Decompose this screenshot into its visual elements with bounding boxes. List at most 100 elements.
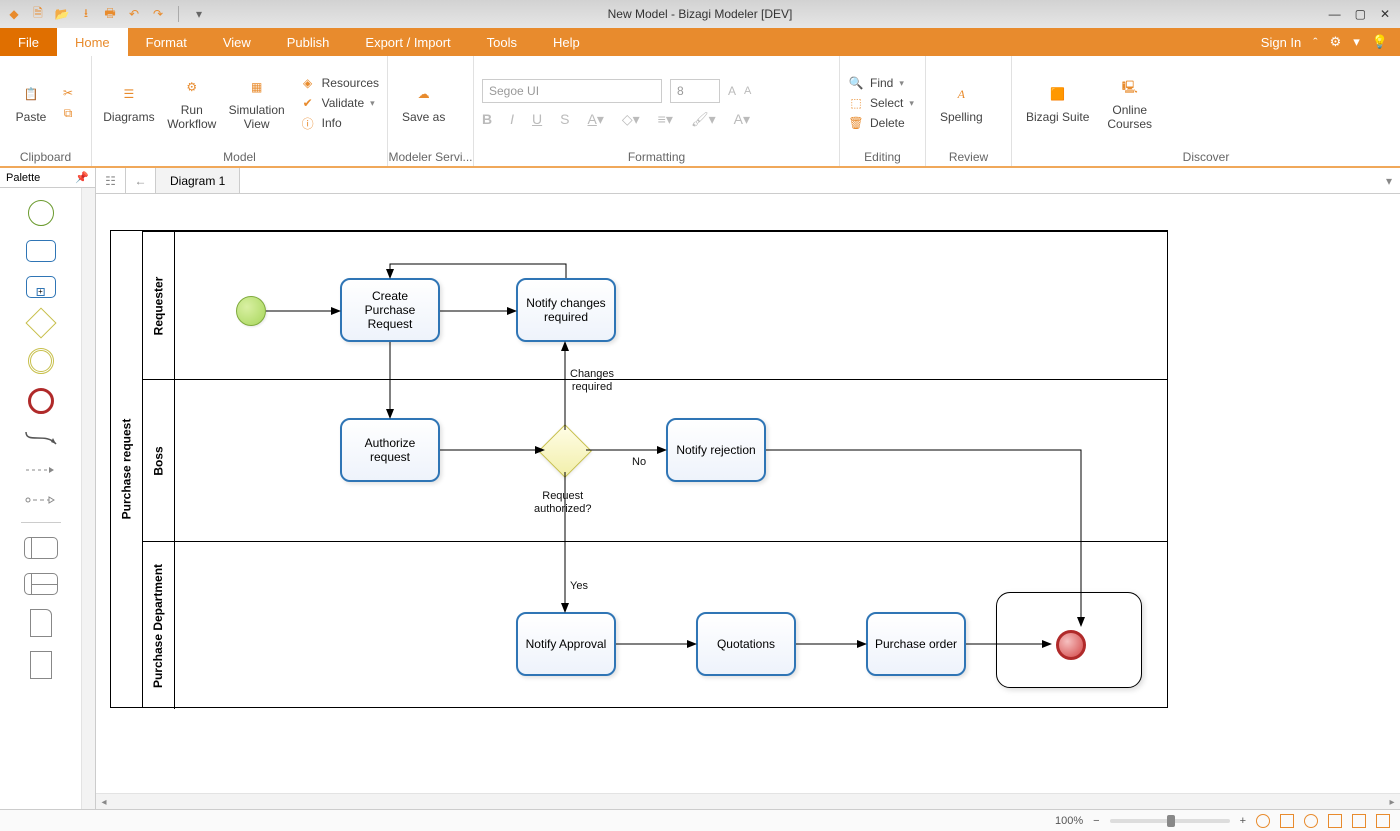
align-icon[interactable]: ≡▾ — [658, 111, 673, 128]
menu-export[interactable]: Export / Import — [347, 28, 468, 56]
hint-icon[interactable]: 💡 — [1372, 34, 1388, 50]
task-quotations[interactable]: Quotations — [696, 612, 796, 676]
diagrams-button[interactable]: ☰ Diagrams — [100, 79, 158, 127]
view-grid-icon[interactable] — [1328, 814, 1342, 828]
task-create-purchase-request[interactable]: Create Purchase Request — [340, 278, 440, 342]
italic-icon[interactable]: I — [510, 111, 514, 128]
resources-button[interactable]: ◈Resources — [300, 75, 379, 91]
copy-icon[interactable]: ⧉ — [60, 105, 76, 121]
minimize-icon[interactable]: ― — [1329, 7, 1341, 21]
info-button[interactable]: ⓘInfo — [300, 115, 379, 131]
palette-data-object[interactable] — [30, 651, 52, 679]
task-notify-approval[interactable]: Notify Approval — [516, 612, 616, 676]
bizagi-suite-button[interactable]: 🟧 Bizagi Suite — [1020, 79, 1095, 127]
font-select[interactable] — [482, 79, 662, 103]
end-event[interactable] — [1056, 630, 1086, 660]
cut-icon[interactable]: ✂ — [60, 85, 76, 101]
view-grid2-icon[interactable] — [1352, 814, 1366, 828]
sign-in-link[interactable]: Sign In — [1261, 35, 1301, 50]
zoom-selection-icon[interactable] — [1304, 814, 1318, 828]
fill-color-icon[interactable]: ◇▾ — [622, 111, 640, 128]
palette-gateway[interactable] — [25, 307, 56, 338]
palette-sequence-flow[interactable] — [24, 428, 58, 448]
font-color-icon[interactable]: A▾ — [587, 111, 603, 128]
print-icon[interactable]: 🖶 — [102, 6, 118, 22]
palette-milestone[interactable] — [30, 609, 52, 637]
underline-icon[interactable]: U — [532, 111, 542, 128]
close-icon[interactable]: ✕ — [1380, 7, 1390, 21]
new-icon[interactable]: 🗎 — [30, 6, 46, 22]
palette-pin-icon[interactable]: 📌 — [75, 171, 89, 184]
view-fullscreen-icon[interactable] — [1376, 814, 1390, 828]
undo-icon[interactable]: ↶ — [126, 6, 142, 22]
lane-boss[interactable]: Boss — [143, 379, 1167, 541]
strike-icon[interactable]: S — [560, 111, 569, 128]
delete-button[interactable]: 🗑Delete — [848, 115, 914, 131]
settings-icon[interactable]: ⚙ — [1330, 34, 1342, 50]
bold-icon[interactable]: B — [482, 111, 492, 128]
palette-intermediate-event[interactable] — [28, 348, 54, 374]
zoom-slider[interactable] — [1110, 819, 1230, 823]
open-icon[interactable]: 📂 — [54, 6, 70, 22]
save-as-button[interactable]: ☁ Save as — [396, 79, 451, 127]
pool-label: Purchase request — [120, 419, 134, 520]
palette-scrollbar[interactable] — [81, 188, 95, 809]
palette-association[interactable] — [24, 462, 58, 478]
start-event[interactable] — [236, 296, 266, 326]
palette-lane[interactable] — [24, 573, 58, 595]
lane-purchase-dept-label: Purchase Department — [152, 563, 166, 687]
task-authorize-request[interactable]: Authorize request — [340, 418, 440, 482]
lane-requester[interactable]: Requester — [143, 231, 1167, 379]
diagram-tab[interactable]: Diagram 1 — [156, 168, 240, 193]
find-button[interactable]: 🔍Find — [848, 75, 914, 91]
maximize-icon[interactable]: ▢ — [1355, 7, 1366, 21]
spelling-button[interactable]: A Spelling — [934, 79, 989, 127]
menu-view[interactable]: View — [205, 28, 269, 56]
window-title: New Model - Bizagi Modeler [DEV] — [608, 7, 793, 21]
menu-help[interactable]: Help — [535, 28, 598, 56]
task-notify-rejection[interactable]: Notify rejection — [666, 418, 766, 482]
menu-home[interactable]: Home — [57, 28, 128, 56]
palette-pool[interactable] — [24, 537, 58, 559]
palette-subprocess[interactable]: + — [26, 276, 56, 298]
settings-dropdown-icon[interactable]: ▾ — [1353, 34, 1360, 50]
canvas-hscroll[interactable]: ◂ ▸ — [96, 793, 1400, 809]
menu-tools[interactable]: Tools — [469, 28, 535, 56]
redo-icon[interactable]: ↷ — [150, 6, 166, 22]
run-workflow-button[interactable]: ⚙ Run Workflow — [164, 72, 220, 134]
paste-button[interactable]: 📋 Paste — [8, 79, 54, 127]
scroll-left-icon[interactable]: ◂ — [96, 794, 112, 810]
zoom-page-icon[interactable] — [1280, 814, 1294, 828]
online-courses-button[interactable]: 🖳 Online Courses — [1101, 72, 1158, 134]
select-button[interactable]: ⬚Select — [848, 95, 914, 111]
validate-button[interactable]: ✔Validate — [300, 95, 379, 111]
zoom-fit-icon[interactable] — [1256, 814, 1270, 828]
collapse-ribbon-icon[interactable]: ˆ — [1313, 35, 1317, 50]
font-size-select[interactable] — [670, 79, 720, 103]
palette-start-event[interactable] — [28, 200, 54, 226]
menu-format[interactable]: Format — [128, 28, 205, 56]
diagram-list-icon[interactable]: ☷ — [96, 168, 126, 193]
paste-label: Paste — [16, 111, 47, 125]
menu-file[interactable]: File — [0, 28, 57, 56]
menu-publish[interactable]: Publish — [269, 28, 348, 56]
diagram-canvas[interactable]: Purchase request Requester Boss Purchase… — [96, 194, 1400, 793]
tab-dropdown-icon[interactable]: ▾ — [1386, 174, 1392, 188]
qat-dropdown-icon[interactable]: ▾ — [191, 6, 207, 22]
zoom-out-icon[interactable]: − — [1093, 815, 1099, 827]
clear-format-icon[interactable]: A▾ — [734, 111, 750, 128]
resources-icon: ◈ — [300, 75, 316, 91]
scroll-right-icon[interactable]: ▸ — [1384, 794, 1400, 810]
palette-message-flow[interactable] — [24, 492, 58, 508]
format-painter-icon[interactable]: 🖌▾ — [691, 111, 716, 128]
shrink-font-icon[interactable]: A — [744, 85, 751, 97]
task-purchase-order[interactable]: Purchase order — [866, 612, 966, 676]
simulation-view-button[interactable]: ▦ Simulation View — [226, 72, 288, 134]
grow-font-icon[interactable]: A — [728, 84, 736, 98]
zoom-in-icon[interactable]: + — [1240, 815, 1246, 827]
task-notify-changes[interactable]: Notify changes required — [516, 278, 616, 342]
save-icon[interactable]: ⭳ — [78, 6, 94, 22]
palette-task[interactable] — [26, 240, 56, 262]
palette-end-event[interactable] — [28, 388, 54, 414]
diagram-back-icon[interactable]: ← — [126, 168, 156, 193]
